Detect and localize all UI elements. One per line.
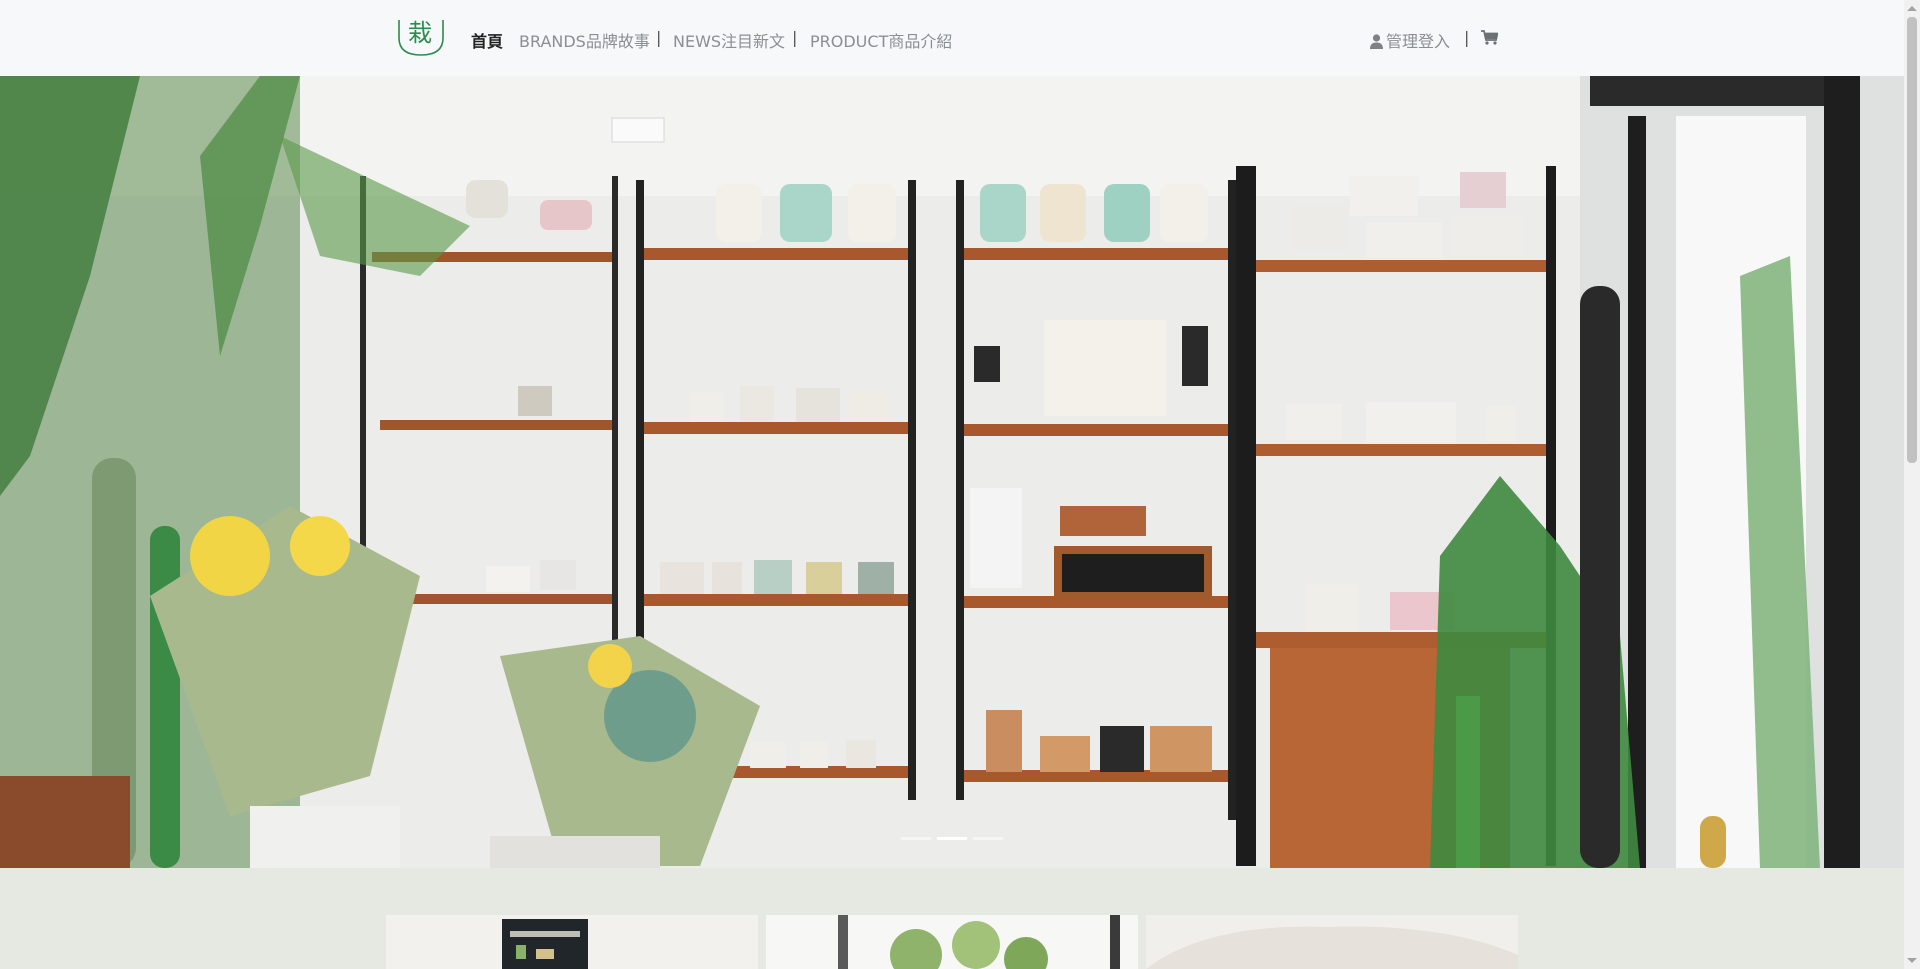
feature-card-book[interactable]	[386, 915, 758, 969]
carousel-indicator[interactable]	[973, 837, 1003, 840]
nav-separator: |	[792, 28, 798, 47]
top-navbar: 栽 首頁 BRANDS品牌故事 | NEWS注目新文 | PRODUCT商品介紹…	[0, 0, 1904, 77]
hero-carousel[interactable]	[0, 76, 1904, 868]
brand-logo[interactable]: 栽	[396, 18, 446, 58]
cart-button[interactable]	[1481, 30, 1499, 49]
cart-icon	[1481, 30, 1499, 45]
plant-window-image	[766, 915, 1138, 969]
carousel-indicator-active[interactable]	[937, 837, 967, 840]
scroll-down-arrow-icon[interactable]	[1907, 958, 1917, 963]
feature-card-pillow[interactable]	[1146, 915, 1518, 969]
page-scrollbar[interactable]	[1904, 0, 1920, 969]
nav-home[interactable]: 首頁	[471, 28, 503, 52]
hero-slide-image	[0, 76, 1904, 868]
pillow-image	[1146, 915, 1518, 969]
nav-separator: |	[656, 28, 662, 47]
scroll-up-arrow-icon[interactable]	[1907, 6, 1917, 11]
logo-text: 栽	[408, 19, 432, 47]
admin-login-link[interactable]: 管理登入	[1370, 28, 1450, 52]
nav-news[interactable]: NEWS注目新文	[673, 28, 785, 52]
feature-card-plant[interactable]	[766, 915, 1138, 969]
user-icon	[1370, 34, 1383, 49]
account-separator: |	[1464, 28, 1470, 47]
scroll-thumb[interactable]	[1907, 17, 1917, 463]
admin-login-label: 管理登入	[1386, 32, 1451, 51]
nav-brands[interactable]: BRANDS品牌故事	[519, 28, 650, 52]
book-cover-image	[386, 915, 758, 969]
carousel-indicator[interactable]	[901, 837, 931, 840]
nav-product[interactable]: PRODUCT商品介紹	[810, 28, 952, 52]
